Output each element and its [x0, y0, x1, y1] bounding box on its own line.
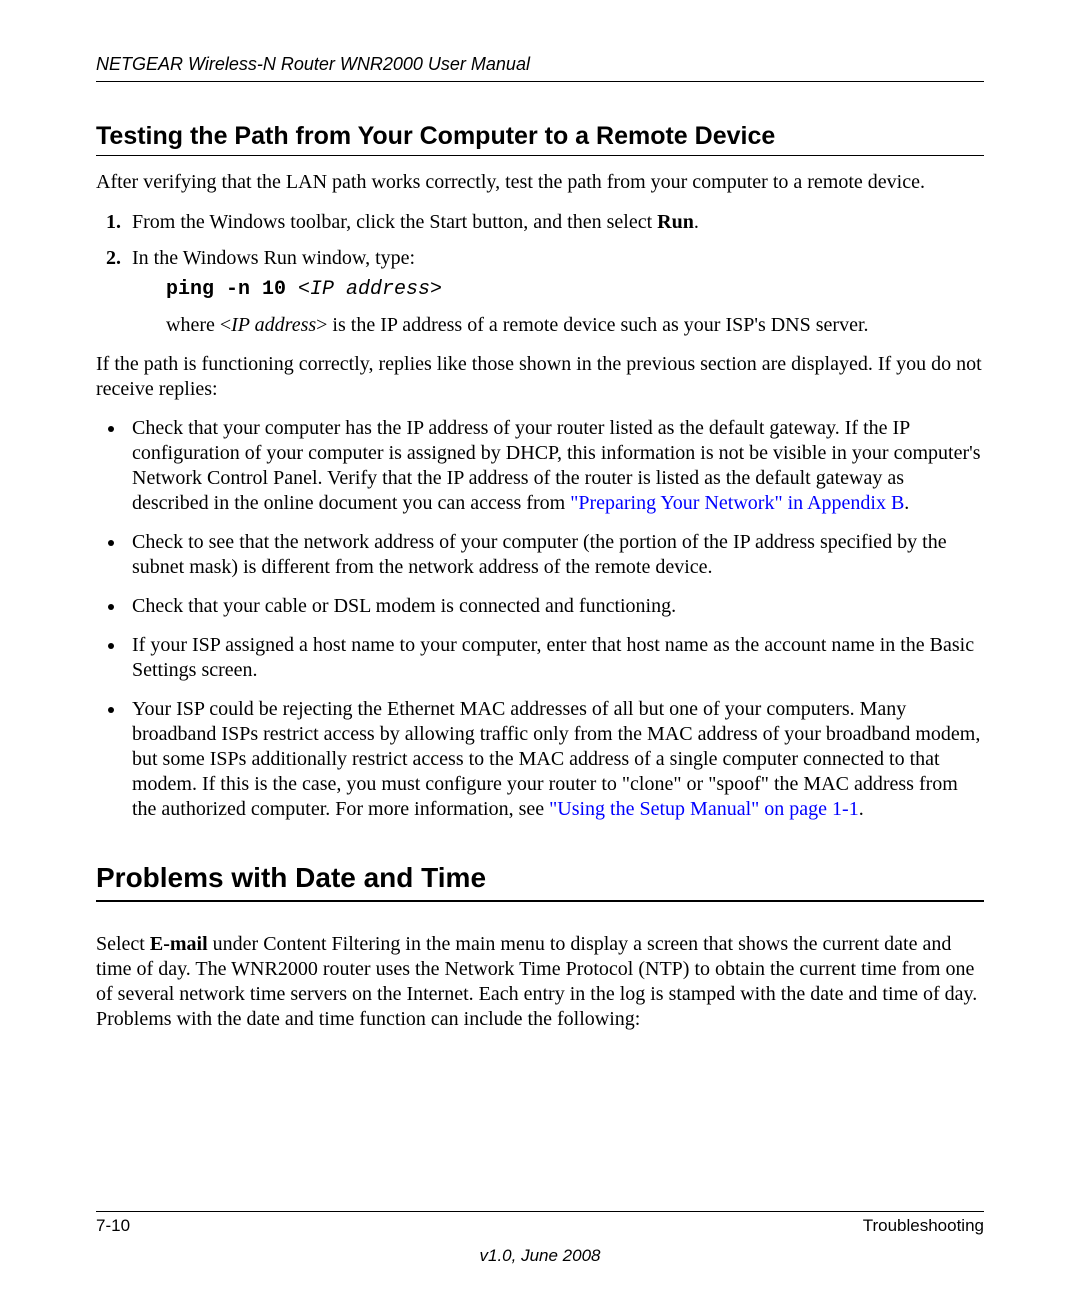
bullet5-post: . — [859, 798, 864, 820]
after-steps-paragraph: If the path is functioning correctly, re… — [96, 352, 984, 402]
step2-explain-pre: where < — [166, 314, 231, 336]
section-heading-testing-path: Testing the Path from Your Computer to a… — [96, 122, 984, 156]
p1-pre: Select — [96, 933, 150, 955]
step-2: In the Windows Run window, type: ping -n… — [126, 245, 984, 338]
troubleshoot-bullets: Check that your computer has the IP addr… — [96, 416, 984, 822]
bullet-5: Your ISP could be rejecting the Ethernet… — [126, 697, 984, 822]
p1-bold: E-mail — [150, 933, 208, 955]
link-preparing-network[interactable]: "Preparing Your Network" in Appendix B — [570, 492, 904, 514]
ping-arg: <IP address> — [298, 278, 442, 301]
bullet-4: If your ISP assigned a host name to your… — [126, 633, 984, 683]
date-time-paragraph: Select E-mail under Content Filtering in… — [96, 932, 984, 1032]
bullet-1: Check that your computer has the IP addr… — [126, 416, 984, 516]
step2-explain-post: > is the IP address of a remote device s… — [316, 314, 868, 336]
ping-command: ping -n 10 <IP address> — [166, 277, 984, 303]
step1-bold: Run — [657, 211, 694, 233]
intro-paragraph: After verifying that the LAN path works … — [96, 170, 984, 195]
step1-text-post: . — [694, 211, 699, 233]
page-number: 7-10 — [96, 1216, 130, 1236]
steps-list: From the Windows toolbar, click the Star… — [96, 209, 984, 338]
page-footer: 7-10 Troubleshooting — [96, 1211, 984, 1236]
footer-version: v1.0, June 2008 — [0, 1246, 1080, 1266]
bullet1-post: . — [904, 492, 909, 514]
p1-post: under Content Filtering in the main menu… — [96, 933, 977, 1030]
link-setup-manual[interactable]: "Using the Setup Manual" on page 1-1 — [549, 798, 859, 820]
running-header: NETGEAR Wireless-N Router WNR2000 User M… — [96, 54, 984, 82]
bullet-3: Check that your cable or DSL modem is co… — [126, 594, 984, 619]
step1-text-pre: From the Windows toolbar, click the Star… — [132, 211, 657, 233]
step2-line1: In the Windows Run window, type: — [132, 247, 415, 269]
step-1: From the Windows toolbar, click the Star… — [126, 209, 984, 235]
chapter-name: Troubleshooting — [863, 1216, 984, 1236]
step2-explain-ital: IP address — [231, 314, 316, 336]
ping-cmd: ping -n 10 — [166, 278, 298, 301]
page: NETGEAR Wireless-N Router WNR2000 User M… — [0, 0, 1080, 1296]
section-heading-date-time: Problems with Date and Time — [96, 862, 984, 902]
step2-explain: where <IP address> is the IP address of … — [166, 313, 984, 338]
bullet-2: Check to see that the network address of… — [126, 530, 984, 580]
